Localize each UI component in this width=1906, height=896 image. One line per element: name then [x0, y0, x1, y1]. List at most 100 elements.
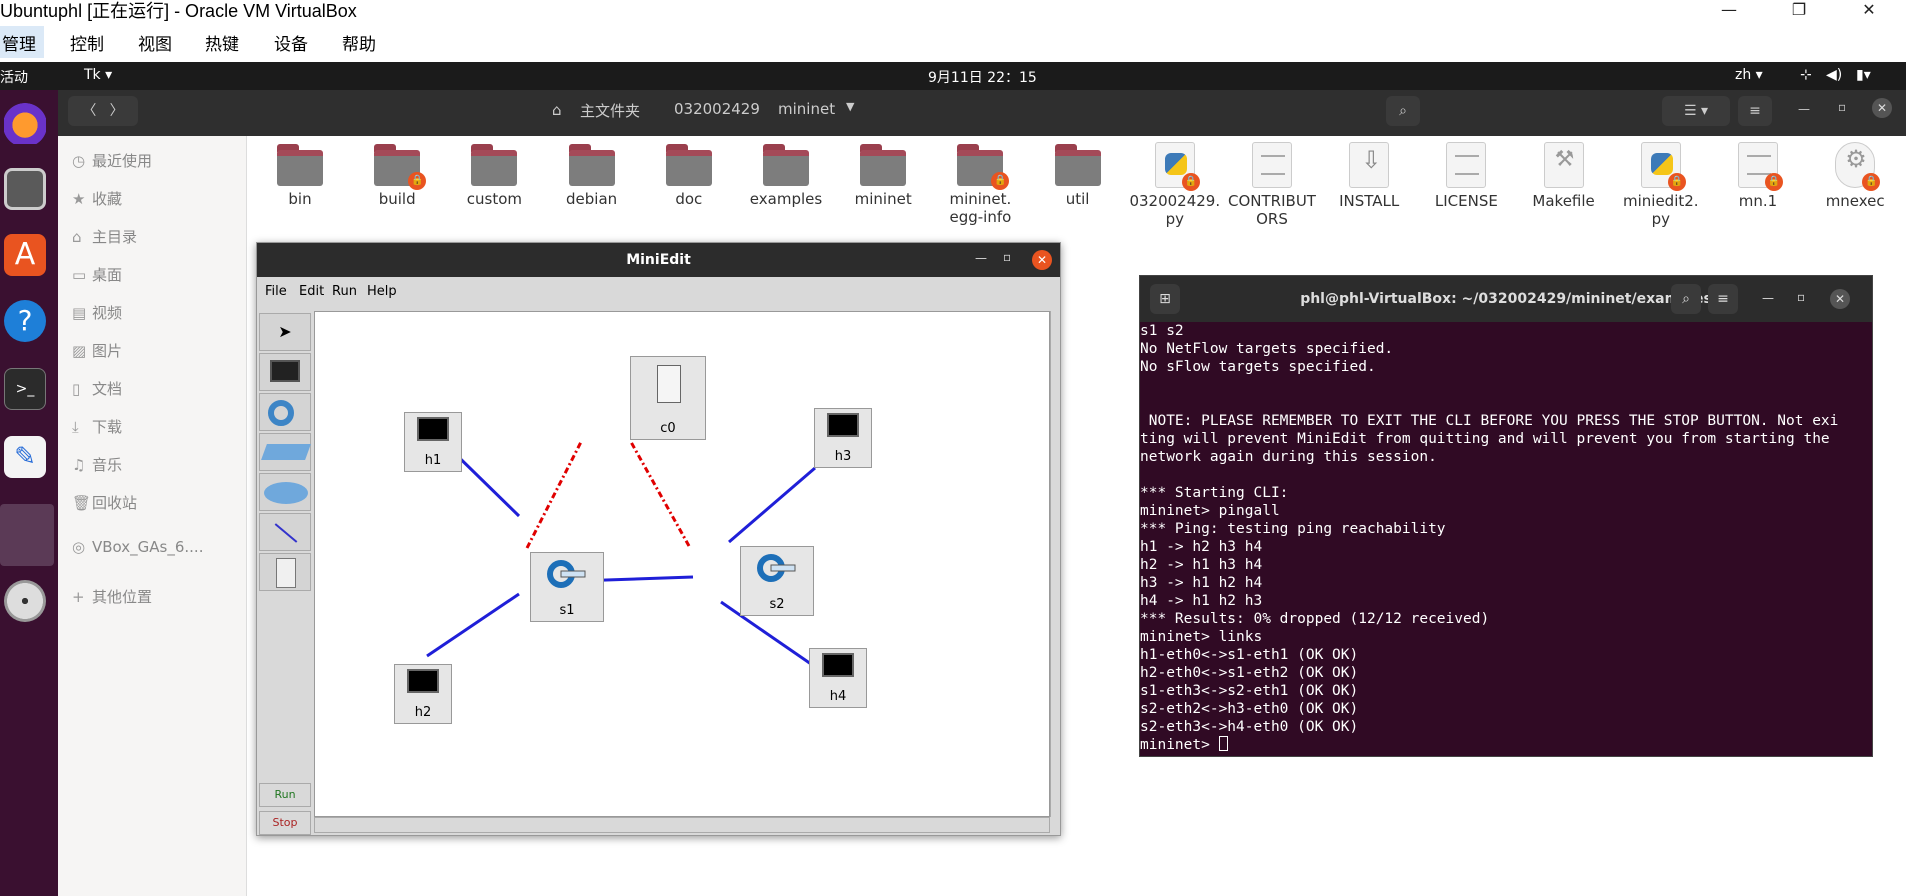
miniedit-maximize-button[interactable]: ▫ — [1003, 250, 1011, 264]
file-item-15[interactable]: 🔒 mn.1 — [1710, 142, 1806, 210]
file-item-8[interactable]: util — [1030, 142, 1126, 208]
menu-hotkeys[interactable]: 热键 — [205, 30, 239, 55]
sidebar-item-2[interactable]: ⌂ 主目录 — [72, 226, 137, 247]
file-item-16[interactable]: ⚙ 🔒 mnexec — [1807, 142, 1903, 210]
files-close-button[interactable]: ✕ — [1872, 98, 1892, 118]
file-item-6[interactable]: mininet — [835, 142, 931, 208]
menu-control[interactable]: 控制 — [70, 30, 104, 55]
me-menu-file[interactable]: File — [265, 284, 287, 299]
firefox-icon[interactable] — [4, 102, 46, 144]
path-mininet[interactable]: mininet — [778, 100, 835, 118]
select-tool-icon[interactable]: ➤ — [259, 313, 311, 351]
file-item-1[interactable]: 🔒 build — [349, 142, 445, 208]
controller-tool-icon[interactable] — [259, 553, 311, 591]
search-button[interactable]: ⌕ — [1386, 96, 1420, 126]
file-item-2[interactable]: custom — [446, 142, 542, 208]
topology-canvas[interactable]: h1 h2 h3 h4 s1 s2 c0 — [314, 311, 1050, 817]
volume-icon[interactable]: ◀) — [1826, 67, 1842, 83]
terminal-close-button[interactable]: ✕ — [1830, 289, 1850, 309]
app-menu[interactable]: Tk ▾ — [84, 67, 112, 83]
file-item-4[interactable]: doc — [641, 142, 737, 208]
menu-help[interactable]: 帮助 — [342, 30, 376, 55]
miniedit-close-button[interactable]: ✕ — [1032, 250, 1052, 270]
run-button[interactable]: Run — [259, 783, 311, 807]
file-item-11[interactable]: ⇩ INSTALL — [1321, 142, 1417, 210]
node-h2[interactable]: h2 — [394, 664, 452, 724]
sidebar-item-10[interactable]: ◎ VBox_GAs_6.... — [72, 538, 203, 556]
node-s1[interactable]: s1 — [530, 552, 604, 622]
link-c0-s2[interactable] — [629, 441, 691, 547]
terminal-output[interactable]: s1 s2 No NetFlow targets specified. No sFl… — [1140, 322, 1872, 756]
files-maximize-button[interactable]: ▫ — [1838, 100, 1846, 114]
terminal-search-button[interactable]: ⌕ — [1671, 284, 1701, 314]
file-item-9[interactable]: 🔒 032002429. py — [1127, 142, 1223, 228]
sidebar-item-1[interactable]: ★ 收藏 — [72, 188, 122, 209]
router-tool-icon[interactable] — [259, 473, 311, 511]
terminal-maximize-button[interactable]: ▫ — [1797, 290, 1805, 304]
terminal-icon[interactable]: >_ — [4, 368, 46, 410]
node-h4[interactable]: h4 — [809, 648, 867, 708]
terminal-minimize-button[interactable]: — — [1762, 291, 1774, 305]
battery-icon[interactable]: ▮▾ — [1856, 67, 1871, 83]
activities-button[interactable]: 活动 — [0, 67, 28, 87]
link-h2-s1[interactable] — [426, 592, 520, 658]
legacy-switch-tool-icon[interactable] — [259, 433, 311, 471]
vertical-scrollbar[interactable] — [1050, 311, 1060, 817]
file-item-0[interactable]: bin — [252, 142, 348, 208]
horizontal-scrollbar[interactable] — [314, 817, 1050, 833]
node-h1[interactable]: h1 — [404, 412, 462, 472]
miniedit-minimize-button[interactable]: — — [975, 251, 987, 265]
file-item-3[interactable]: debian — [544, 142, 640, 208]
sidebar-item-6[interactable]: ▯ 文档 — [72, 378, 122, 399]
file-item-13[interactable]: ⚒ Makefile — [1516, 142, 1612, 210]
file-item-5[interactable]: examples — [738, 142, 834, 208]
sidebar-item-0[interactable]: ◷ 最近使用 — [72, 150, 152, 171]
active-app-highlight[interactable] — [0, 504, 54, 566]
clock[interactable]: 9月11日 22：15 — [928, 67, 1037, 87]
path-home[interactable]: 主文件夹 — [580, 100, 640, 121]
menu-manage[interactable]: 管理 — [2, 30, 36, 55]
help-icon[interactable]: ? — [4, 300, 46, 342]
me-menu-edit[interactable]: Edit — [299, 284, 324, 299]
node-c0[interactable]: c0 — [630, 356, 706, 440]
file-item-14[interactable]: 🔒 miniedit2. py — [1613, 142, 1709, 228]
minimize-button[interactable]: — — [1706, 0, 1752, 24]
me-menu-run[interactable]: Run — [332, 284, 357, 299]
path-dropdown-icon[interactable]: ▼ — [846, 100, 854, 113]
sidebar-item-4[interactable]: ▤ 视频 — [72, 302, 122, 323]
menu-devices[interactable]: 设备 — [274, 30, 308, 55]
sidebar-item-5[interactable]: ▨ 图片 — [72, 340, 122, 361]
node-h3[interactable]: h3 — [814, 408, 872, 468]
restore-button[interactable]: ❐ — [1776, 0, 1822, 24]
link-s2-h3[interactable] — [728, 466, 816, 544]
sidebar-item-8[interactable]: ♫ 音乐 — [72, 454, 122, 475]
nav-back-forward[interactable]: 〈 〉 — [68, 96, 138, 126]
dvd-icon[interactable] — [4, 580, 46, 622]
input-method[interactable]: zh ▾ — [1735, 67, 1763, 83]
close-button[interactable]: ✕ — [1846, 0, 1892, 24]
menu-view[interactable]: 视图 — [138, 30, 172, 55]
hamburger-menu-button[interactable]: ≡ — [1738, 96, 1772, 126]
text-editor-icon[interactable]: ✎ — [4, 436, 46, 478]
files-icon[interactable] — [4, 168, 46, 210]
view-toggle-button[interactable]: ☰ ▾ — [1662, 96, 1730, 126]
stop-button[interactable]: Stop — [259, 811, 311, 835]
file-item-10[interactable]: CONTRIBUT ORS — [1224, 142, 1320, 228]
sidebar-item-7[interactable]: ⤓ 下载 — [72, 416, 122, 437]
link-c0-s1[interactable] — [525, 441, 583, 549]
sidebar-item-9[interactable]: 🗑回收站 — [72, 492, 137, 513]
node-s2[interactable]: s2 — [740, 546, 814, 616]
sidebar-item-3[interactable]: ▭ 桌面 — [72, 264, 122, 285]
network-icon[interactable]: ⊹ — [1800, 67, 1812, 83]
file-item-12[interactable]: LICENSE — [1418, 142, 1514, 210]
terminal-prompt-line[interactable]: mininet> — [1140, 736, 1872, 754]
new-tab-button[interactable]: ⊞ — [1150, 284, 1180, 314]
file-item-7[interactable]: 🔒 mininet. egg-info — [932, 142, 1028, 226]
me-menu-help[interactable]: Help — [367, 284, 397, 299]
terminal-menu-button[interactable]: ≡ — [1708, 284, 1738, 314]
path-032002429[interactable]: 032002429 — [674, 100, 760, 118]
link-tool-icon[interactable] — [259, 513, 311, 551]
host-tool-icon[interactable] — [259, 353, 311, 391]
sidebar-item-11[interactable]: + 其他位置 — [72, 586, 152, 607]
switch-tool-icon[interactable] — [259, 393, 311, 431]
